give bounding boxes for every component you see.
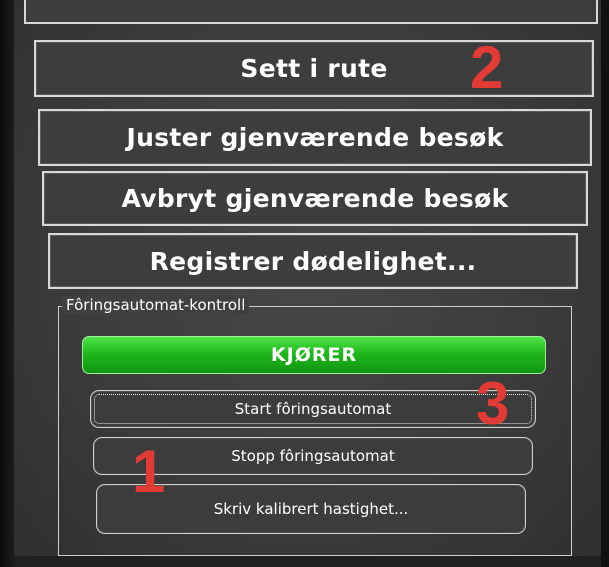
set-in-route-label: Sett i rute [240,54,388,83]
adjust-remaining-visits-label: Juster gjenværende besøk [126,123,504,152]
register-mortality-label: Registrer dødelighet... [149,246,477,276]
monitor-bezel-left [0,0,14,567]
set-in-route-button[interactable]: Sett i rute [34,40,594,97]
feeder-status-running: KJØRER [82,336,546,374]
feeder-control-legend: Fôringsautomat-kontroll [62,296,250,314]
register-mortality-button[interactable]: Registrer dødelighet... [48,233,578,289]
cut-off-top-button[interactable] [24,0,598,24]
screen-bottom-edge [14,556,601,567]
start-feeder-label: Start fôringsautomat [234,400,392,418]
write-calibrated-speed-label: Skriv kalibrert hastighet... [213,500,409,518]
start-feeder-button[interactable]: Start fôringsautomat [90,390,536,428]
stop-feeder-label: Stopp fôringsautomat [231,447,395,465]
feeder-status-label: KJØRER [270,344,358,366]
cancel-remaining-visits-label: Avbryt gjenværende besøk [121,184,509,213]
annotation-marker-1: 1 [132,438,166,505]
cancel-remaining-visits-button[interactable]: Avbryt gjenværende besøk [42,171,588,226]
annotation-marker-2: 2 [470,34,504,101]
adjust-remaining-visits-button[interactable]: Juster gjenværende besøk [38,109,592,166]
monitor-bezel-right [601,0,609,567]
annotation-marker-3: 3 [476,370,510,437]
